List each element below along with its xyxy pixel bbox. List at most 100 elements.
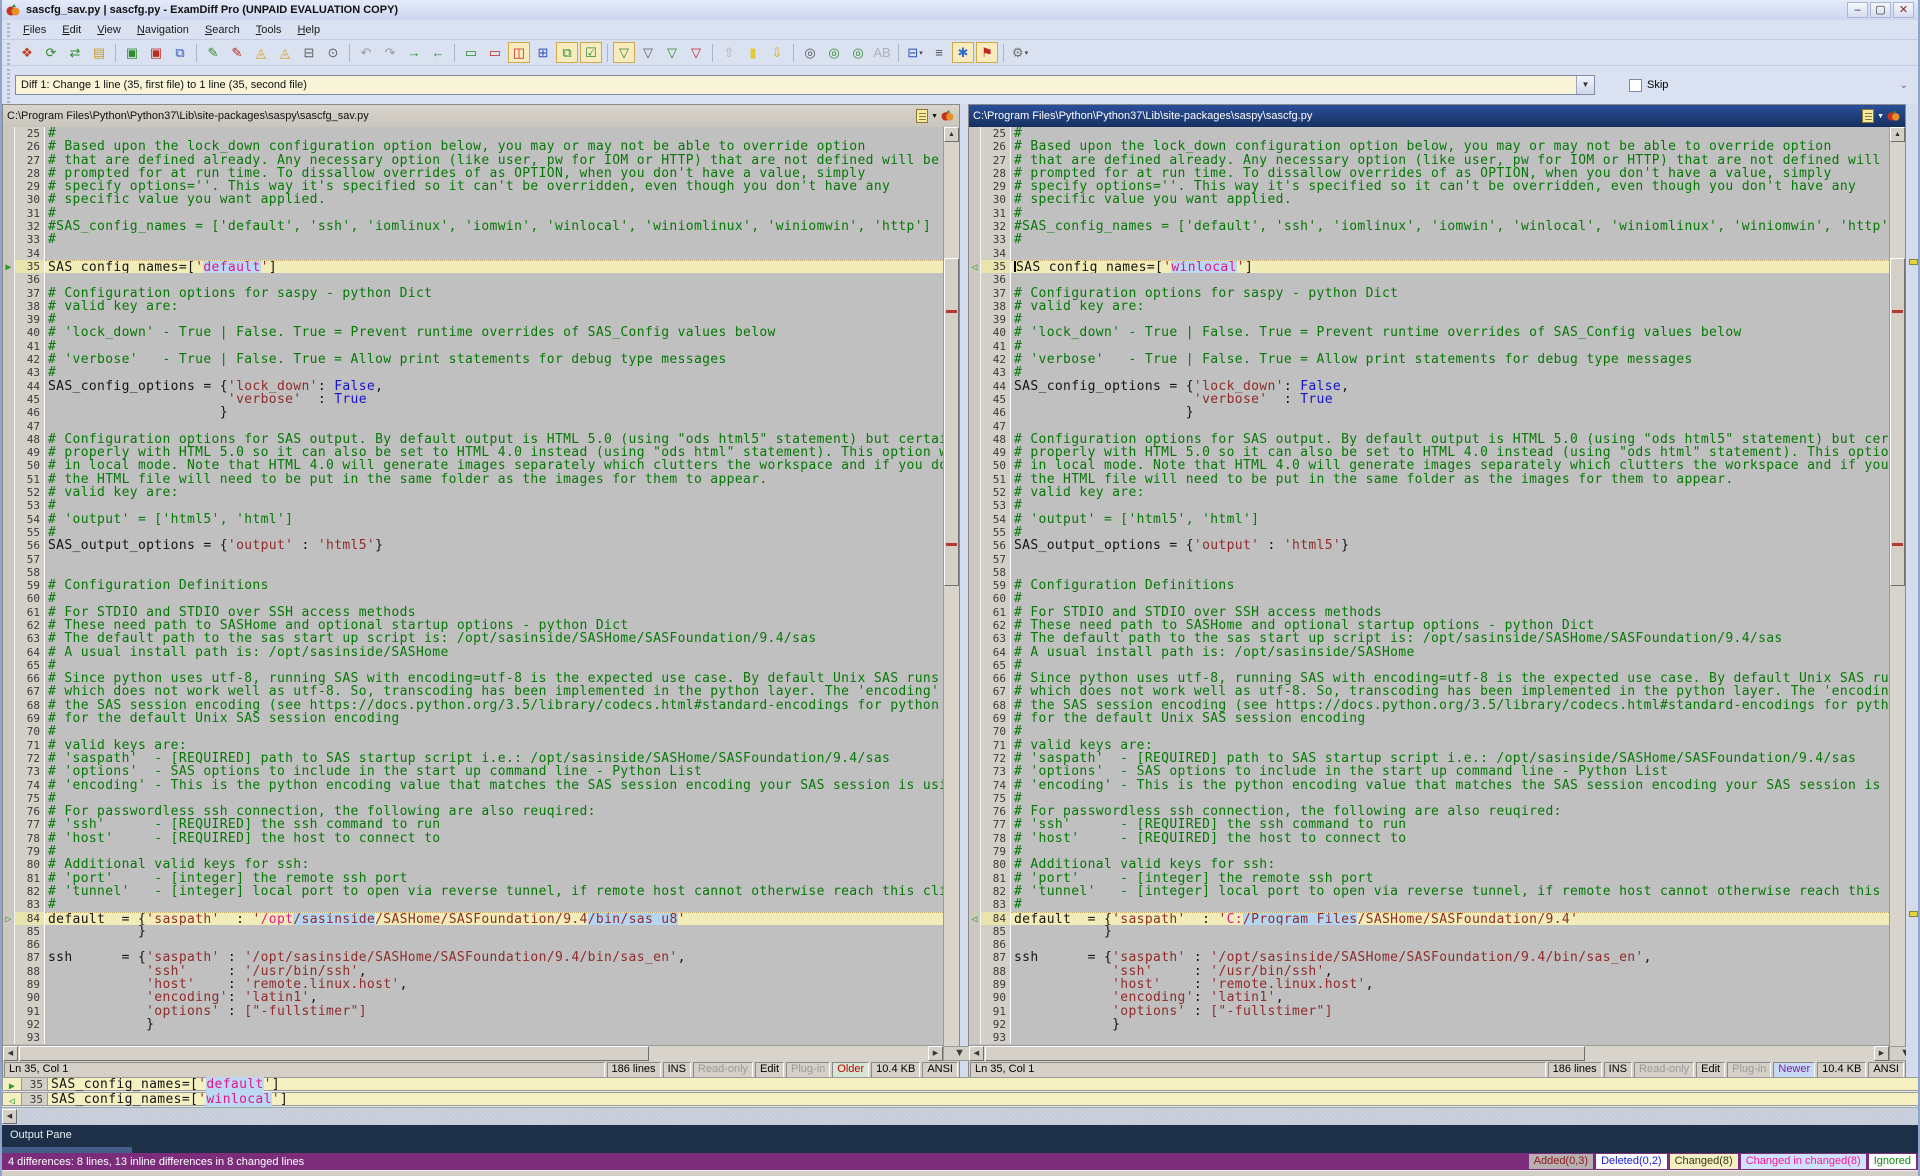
code-text[interactable]: # A usual install path is: /opt/sasinsid… bbox=[45, 646, 943, 659]
code-text[interactable]: 'ssh' : '/usr/bin/ssh', bbox=[45, 965, 943, 978]
code-line[interactable]: 51# the HTML file will need to be put in… bbox=[3, 473, 943, 486]
code-line[interactable]: 36 bbox=[3, 273, 943, 286]
prev-diff-icon[interactable]: ⇧ bbox=[718, 42, 740, 63]
code-text[interactable]: SAS_config_names=['default'] bbox=[45, 260, 943, 273]
code-text[interactable]: # specific value you want applied. bbox=[1011, 193, 1889, 206]
scroll-left-icon[interactable]: ◀ bbox=[3, 1046, 18, 1061]
code-line[interactable]: 79# bbox=[3, 845, 943, 858]
filter-diffs-only-icon[interactable]: ▽ bbox=[637, 42, 659, 63]
scroll-left-icon[interactable]: ◀ bbox=[969, 1046, 984, 1061]
code-line[interactable]: 54# 'output' = ['html5', 'html'] bbox=[969, 513, 1889, 526]
code-text[interactable]: # bbox=[1011, 499, 1889, 512]
find-next-icon[interactable]: ◎ bbox=[823, 42, 845, 63]
code-line[interactable]: 60# bbox=[3, 592, 943, 605]
code-line[interactable]: 53# bbox=[3, 499, 943, 512]
recompare-icon[interactable]: ⟳ bbox=[40, 42, 62, 63]
code-text[interactable]: # valid key are: bbox=[45, 300, 943, 313]
second-file-code[interactable]: 25#26# Based upon the lock_down configur… bbox=[969, 127, 1889, 1045]
code-line[interactable]: 82# 'tunnel' - [integer] local port to o… bbox=[969, 885, 1889, 898]
scroll-right-icon[interactable]: ▶ bbox=[1874, 1046, 1889, 1061]
second-hscrollbar[interactable]: ◀ ▶ bbox=[969, 1045, 1889, 1061]
code-line[interactable]: 30# specific value you want applied. bbox=[3, 193, 943, 206]
code-line[interactable]: 86 bbox=[969, 938, 1889, 951]
code-line[interactable]: 65# bbox=[3, 659, 943, 672]
code-text[interactable]: # 'verbose' - True | False. True = Allow… bbox=[45, 353, 943, 366]
code-text[interactable]: 'verbose' : True bbox=[1011, 393, 1889, 406]
code-text[interactable]: # 'options' - SAS options to include in … bbox=[45, 765, 943, 778]
code-text[interactable]: # bbox=[1011, 127, 1889, 140]
code-line[interactable]: 61# For STDIO and STDIO over SSH access … bbox=[3, 606, 943, 619]
code-text[interactable]: # specify options=''. This way it's spec… bbox=[1011, 180, 1889, 193]
code-text[interactable]: # bbox=[45, 127, 943, 140]
code-text[interactable]: } bbox=[1011, 1018, 1889, 1031]
code-text[interactable]: # prompted for at run time. To dissallow… bbox=[45, 167, 943, 180]
code-text[interactable]: # 'options' - SAS options to include in … bbox=[1011, 765, 1889, 778]
code-line[interactable]: ▶35SAS_config_names=['default'] bbox=[3, 260, 943, 273]
code-line[interactable]: 62# These need path to SASHome and optio… bbox=[3, 619, 943, 632]
code-text[interactable]: # These need path to SASHome and optiona… bbox=[45, 619, 943, 632]
code-text[interactable]: # bbox=[45, 526, 943, 539]
code-line[interactable]: 33# bbox=[3, 233, 943, 246]
code-line[interactable]: 93 bbox=[969, 1031, 1889, 1044]
code-line[interactable]: 88 'ssh' : '/usr/bin/ssh', bbox=[3, 965, 943, 978]
code-text[interactable]: # Since python uses utf-8, running SAS w… bbox=[1011, 672, 1889, 685]
code-text[interactable]: # 'saspath' - [REQUIRED] path to SAS sta… bbox=[1011, 752, 1889, 765]
menu-files[interactable]: Files bbox=[15, 22, 54, 38]
code-text[interactable]: # 'tunnel' - [integer] local port to ope… bbox=[1011, 885, 1889, 898]
open-files-icon[interactable]: ▤ bbox=[88, 42, 110, 63]
save-both-files-icon[interactable]: ⧉ bbox=[169, 42, 191, 63]
code-line[interactable]: 89 'host' : 'remote.linux.host', bbox=[969, 978, 1889, 991]
scroll-right-icon[interactable]: ▶ bbox=[928, 1046, 943, 1061]
code-line[interactable]: 60# bbox=[969, 592, 1889, 605]
pane-splitter[interactable] bbox=[960, 104, 968, 1077]
code-text[interactable]: # the HTML file will need to be put in t… bbox=[1011, 473, 1889, 486]
code-line[interactable]: 29# specify options=''. This way it's sp… bbox=[969, 180, 1889, 193]
code-text[interactable]: 'ssh' : '/usr/bin/ssh', bbox=[1011, 965, 1889, 978]
code-text[interactable]: # valid key are: bbox=[1011, 486, 1889, 499]
code-text[interactable]: # 'verbose' - True | False. True = Allow… bbox=[1011, 353, 1889, 366]
diff-pane-scrollbar[interactable]: ◀ bbox=[2, 1107, 1918, 1125]
whitespace-icon[interactable]: ≡ bbox=[928, 42, 950, 63]
code-text[interactable]: # bbox=[45, 592, 943, 605]
code-line[interactable]: ◁84default = {'saspath' : 'C:/Program Fi… bbox=[969, 912, 1889, 925]
code-text[interactable]: ssh = {'saspath' : '/opt/sasinside/SASHo… bbox=[45, 951, 943, 964]
next-diff-icon[interactable]: ⇩ bbox=[766, 42, 788, 63]
code-text[interactable]: } bbox=[45, 925, 943, 938]
code-text[interactable]: # 'lock_down' - True | False. True = Pre… bbox=[1011, 326, 1889, 339]
split-view-icon[interactable]: ⊞ bbox=[532, 42, 554, 63]
code-text[interactable]: SAS_config_options = {'lock_down': False… bbox=[45, 380, 943, 393]
code-text[interactable]: # for the default Unix SAS session encod… bbox=[1011, 712, 1889, 725]
code-text[interactable]: #SAS_config_names = ['default', 'ssh', '… bbox=[45, 220, 943, 233]
code-line[interactable]: 87ssh = {'saspath' : '/opt/sasinside/SAS… bbox=[3, 951, 943, 964]
code-line[interactable]: 64# A usual install path is: /opt/sasins… bbox=[969, 646, 1889, 659]
code-line[interactable]: 49# properly with HTML 5.0 so it can als… bbox=[969, 446, 1889, 459]
code-text[interactable]: # 'ssh' - [REQUIRED] the ssh command to … bbox=[1011, 818, 1889, 831]
code-text[interactable]: # for the default Unix SAS session encod… bbox=[45, 712, 943, 725]
code-line[interactable]: 42# 'verbose' - True | False. True = All… bbox=[969, 353, 1889, 366]
sync-scroll-icon[interactable]: ⧉ bbox=[556, 42, 578, 63]
code-line[interactable]: 81# 'port' - [integer] the remote ssh po… bbox=[3, 872, 943, 885]
code-line[interactable]: 88 'ssh' : '/usr/bin/ssh', bbox=[969, 965, 1889, 978]
code-text[interactable]: 'options' : ["-fullstimer"] bbox=[1011, 1005, 1889, 1018]
code-line[interactable]: 28# prompted for at run time. To dissall… bbox=[969, 167, 1889, 180]
undo-icon[interactable]: ↶ bbox=[355, 42, 377, 63]
code-line[interactable]: 57 bbox=[969, 553, 1889, 566]
code-line[interactable]: 34 bbox=[3, 247, 943, 260]
code-text[interactable]: # bbox=[45, 313, 943, 326]
code-line[interactable]: 80# Additional valid keys for ssh: bbox=[969, 858, 1889, 871]
code-line[interactable]: 70# bbox=[3, 725, 943, 738]
highlight-first-icon[interactable]: ◬ bbox=[250, 42, 272, 63]
code-text[interactable] bbox=[45, 1031, 943, 1044]
code-text[interactable]: # bbox=[1011, 725, 1889, 738]
code-line[interactable]: 92 } bbox=[969, 1018, 1889, 1031]
code-line[interactable]: 27# that are defined already. Any necess… bbox=[3, 154, 943, 167]
code-line[interactable]: 45 'verbose' : True bbox=[3, 393, 943, 406]
header-dropdown-icon[interactable]: ▼ bbox=[931, 113, 938, 120]
code-text[interactable]: # properly with HTML 5.0 so it can also … bbox=[45, 446, 943, 459]
menu-grip[interactable] bbox=[5, 20, 12, 39]
toolbar-overflow-icon[interactable]: ⌄ bbox=[1896, 80, 1912, 91]
code-line[interactable]: 55# bbox=[3, 526, 943, 539]
file-page-icon[interactable] bbox=[916, 109, 928, 123]
header-dropdown-icon[interactable]: ▼ bbox=[1877, 113, 1884, 120]
code-text[interactable]: # bbox=[1011, 340, 1889, 353]
